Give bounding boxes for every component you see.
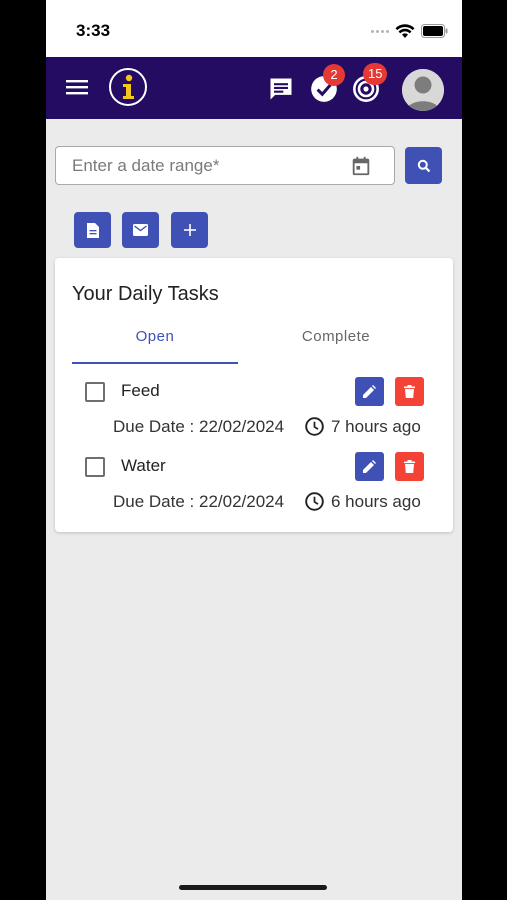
card-title: Your Daily Tasks: [72, 283, 219, 305]
home-indicator[interactable]: [179, 885, 327, 890]
battery-icon: [421, 24, 448, 38]
edit-task-button[interactable]: [355, 452, 384, 481]
daily-tasks-card: Your Daily Tasks Open Complete Feed Due …: [55, 258, 453, 532]
info-logo-icon[interactable]: [109, 68, 147, 106]
task-checkbox[interactable]: [85, 457, 105, 477]
user-avatar-icon[interactable]: [402, 69, 444, 111]
status-bar: 3:33: [46, 0, 462, 57]
task-time-ago: 6 hours ago: [331, 492, 421, 511]
calendar-icon[interactable]: [350, 155, 372, 177]
clock-icon: [305, 492, 324, 511]
task-due-date: Due Date : 22/02/2024: [113, 492, 285, 511]
app-bar: 2 15: [46, 57, 462, 119]
trash-icon: [404, 460, 415, 473]
delete-task-button[interactable]: [395, 452, 424, 481]
delete-task-button[interactable]: [395, 377, 424, 406]
email-button[interactable]: [122, 212, 159, 248]
goals-badge: 15: [363, 63, 388, 85]
search-icon: [417, 159, 430, 172]
tab-complete[interactable]: Complete: [238, 328, 434, 364]
task-name: Water: [121, 456, 166, 475]
add-task-button[interactable]: [171, 212, 208, 248]
task-item: Water Due Date : 22/02/2024 6 hours ago: [55, 451, 453, 521]
search-button[interactable]: [405, 147, 442, 184]
status-icons: [371, 22, 448, 40]
tab-open[interactable]: Open: [72, 328, 238, 364]
task-name: Feed: [121, 381, 160, 400]
report-button[interactable]: [74, 212, 111, 248]
clock-icon: [305, 417, 324, 436]
wifi-icon: [395, 23, 415, 38]
phone-screen: 3:33 2 15 Enter a date range* Your Daily…: [46, 0, 462, 900]
chat-icon[interactable]: [267, 75, 295, 103]
task-item: Feed Due Date : 22/02/2024 7 hours ago: [55, 376, 453, 446]
document-icon: [86, 222, 99, 238]
task-time-ago: 7 hours ago: [331, 417, 421, 436]
task-checkbox[interactable]: [85, 382, 105, 402]
cellular-signal-icon: [371, 29, 389, 33]
plus-icon: [183, 224, 196, 236]
edit-task-button[interactable]: [355, 377, 384, 406]
status-time: 3:33: [76, 21, 111, 40]
menu-icon[interactable]: [66, 78, 88, 96]
tasks-badge: 2: [323, 64, 345, 86]
task-due-date: Due Date : 22/02/2024: [113, 417, 285, 436]
pencil-icon: [363, 385, 376, 398]
date-range-field[interactable]: [55, 146, 395, 185]
trash-icon: [404, 385, 415, 398]
email-icon: [133, 224, 148, 236]
pencil-icon: [363, 460, 376, 473]
date-range-input[interactable]: [56, 147, 346, 184]
